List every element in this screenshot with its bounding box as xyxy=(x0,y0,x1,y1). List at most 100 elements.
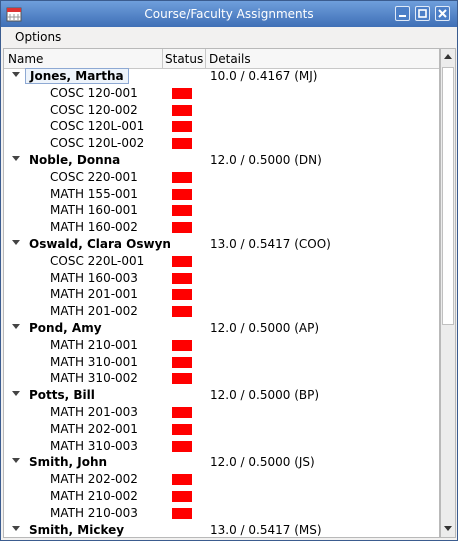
course-row[interactable]: COSC 120L-001 xyxy=(4,118,439,135)
course-section: MATH 201-003 xyxy=(50,404,138,419)
tree-rows: Jones, Martha 10.0 / 0.4167 (MJ) COSC 120-… xyxy=(4,68,439,537)
course-section: MATH 310-001 xyxy=(50,354,138,369)
scroll-up-icon[interactable] xyxy=(444,54,452,59)
course-section: MATH 202-002 xyxy=(50,472,138,487)
faculty-name: Potts, Bill xyxy=(29,388,95,403)
status-indicator xyxy=(172,356,192,368)
status-indicator xyxy=(172,272,192,284)
expand-toggle-icon[interactable] xyxy=(12,239,20,245)
course-row[interactable]: MATH 310-002 xyxy=(4,370,439,387)
faculty-details: 12.0 / 0.5000 (BP) xyxy=(210,388,320,403)
faculty-row[interactable]: Smith, Mickey 13.0 / 0.5417 (MS) xyxy=(4,522,439,537)
faculty-row[interactable]: Noble, Donna 12.0 / 0.5000 (DN) xyxy=(4,152,439,169)
course-row[interactable]: MATH 201-003 xyxy=(4,404,439,421)
course-section: COSC 120L-002 xyxy=(50,136,145,151)
course-row[interactable]: MATH 210-003 xyxy=(4,505,439,522)
faculty-details: 12.0 / 0.5000 (AP) xyxy=(210,320,320,335)
status-indicator xyxy=(172,205,192,217)
expand-toggle-icon[interactable] xyxy=(12,458,20,464)
minimize-icon xyxy=(399,15,406,17)
faculty-details: 12.0 / 0.5000 (DN) xyxy=(210,152,322,167)
course-section: MATH 202-001 xyxy=(50,421,138,436)
faculty-row[interactable]: Oswald, Clara Oswyn 13.0 / 0.5417 (COO) xyxy=(4,236,439,253)
course-row[interactable]: MATH 201-002 xyxy=(4,303,439,320)
faculty-details: 12.0 / 0.5000 (JS) xyxy=(210,455,315,470)
status-indicator xyxy=(172,188,192,200)
course-row[interactable]: MATH 202-002 xyxy=(4,471,439,488)
faculty-row[interactable]: Pond, Amy 12.0 / 0.5000 (AP) xyxy=(4,320,439,337)
course-row[interactable]: COSC 220-001 xyxy=(4,169,439,186)
faculty-row[interactable]: Jones, Martha 10.0 / 0.4167 (MJ) xyxy=(4,68,439,85)
status-indicator xyxy=(172,171,192,183)
status-indicator xyxy=(172,490,192,502)
faculty-row[interactable]: Potts, Bill 12.0 / 0.5000 (BP) xyxy=(4,387,439,404)
status-indicator xyxy=(172,306,192,318)
course-section: COSC 120-001 xyxy=(50,85,138,100)
scroll-down-icon[interactable] xyxy=(444,526,452,531)
vertical-scrollbar[interactable] xyxy=(440,48,456,538)
maximize-button[interactable] xyxy=(415,6,430,21)
faculty-row[interactable]: Smith, John 12.0 / 0.5000 (JS) xyxy=(4,454,439,471)
faculty-details: 13.0 / 0.5417 (MS) xyxy=(210,522,322,537)
course-row[interactable]: MATH 160-001 xyxy=(4,202,439,219)
status-indicator xyxy=(172,440,192,452)
course-section: MATH 210-003 xyxy=(50,505,138,520)
column-divider[interactable] xyxy=(162,49,163,68)
main-window: Course/Faculty Assignments Options Name … xyxy=(0,0,458,541)
column-divider[interactable] xyxy=(205,49,206,68)
expand-toggle-icon[interactable] xyxy=(12,155,20,161)
course-row[interactable]: MATH 310-003 xyxy=(4,438,439,455)
course-section: MATH 310-003 xyxy=(50,438,138,453)
course-row[interactable]: MATH 210-002 xyxy=(4,488,439,505)
course-section: COSC 220-001 xyxy=(50,169,138,184)
maximize-icon xyxy=(418,9,427,18)
course-section: MATH 155-001 xyxy=(50,186,138,201)
status-indicator xyxy=(172,507,192,519)
expand-toggle-icon[interactable] xyxy=(12,525,20,531)
course-section: COSC 120L-001 xyxy=(50,119,145,134)
course-row[interactable]: MATH 210-001 xyxy=(4,337,439,354)
course-row[interactable]: MATH 201-001 xyxy=(4,286,439,303)
status-indicator xyxy=(172,104,192,116)
status-indicator xyxy=(172,474,192,486)
course-row[interactable]: MATH 155-001 xyxy=(4,186,439,203)
course-section: MATH 201-001 xyxy=(50,287,138,302)
course-row[interactable]: MATH 202-001 xyxy=(4,421,439,438)
expand-toggle-icon[interactable] xyxy=(12,323,20,329)
status-indicator xyxy=(172,423,192,435)
faculty-name: Jones, Martha xyxy=(25,68,129,84)
faculty-name: Smith, Mickey xyxy=(29,522,125,537)
title-bar[interactable]: Course/Faculty Assignments xyxy=(1,1,457,27)
faculty-name: Smith, John xyxy=(29,455,108,470)
expand-toggle-icon[interactable] xyxy=(12,391,20,397)
scroll-thumb[interactable] xyxy=(442,67,454,325)
close-button[interactable] xyxy=(435,6,450,21)
status-indicator xyxy=(172,406,192,418)
course-section: MATH 210-002 xyxy=(50,488,138,503)
course-row[interactable]: COSC 120-002 xyxy=(4,102,439,119)
menu-bar: Options xyxy=(1,27,457,47)
options-menu[interactable]: Options xyxy=(15,30,61,44)
table-header: Name Status Details xyxy=(4,49,439,69)
faculty-name: Noble, Donna xyxy=(29,152,121,167)
course-section: MATH 160-001 xyxy=(50,203,138,218)
column-header-name[interactable]: Name xyxy=(8,52,43,66)
faculty-name: Oswald, Clara Oswyn xyxy=(29,236,171,251)
course-row[interactable]: COSC 120L-002 xyxy=(4,135,439,152)
expand-toggle-icon[interactable] xyxy=(12,72,20,77)
course-row[interactable]: MATH 160-003 xyxy=(4,270,439,287)
assignment-tree-table[interactable]: Name Status Details Jones, Martha 10.0 / … xyxy=(3,48,440,538)
status-indicator xyxy=(172,289,192,301)
course-section: COSC 220L-001 xyxy=(50,253,145,268)
course-section: MATH 201-002 xyxy=(50,304,138,319)
minimize-button[interactable] xyxy=(395,6,410,21)
course-row[interactable]: MATH 160-002 xyxy=(4,219,439,236)
column-header-status[interactable]: Status xyxy=(165,52,203,66)
column-header-details[interactable]: Details xyxy=(209,52,251,66)
status-indicator xyxy=(172,255,192,267)
course-row[interactable]: MATH 310-001 xyxy=(4,354,439,371)
course-row[interactable]: COSC 120-001 xyxy=(4,85,439,102)
status-indicator xyxy=(172,87,192,99)
status-indicator xyxy=(172,138,192,150)
course-row[interactable]: COSC 220L-001 xyxy=(4,253,439,270)
